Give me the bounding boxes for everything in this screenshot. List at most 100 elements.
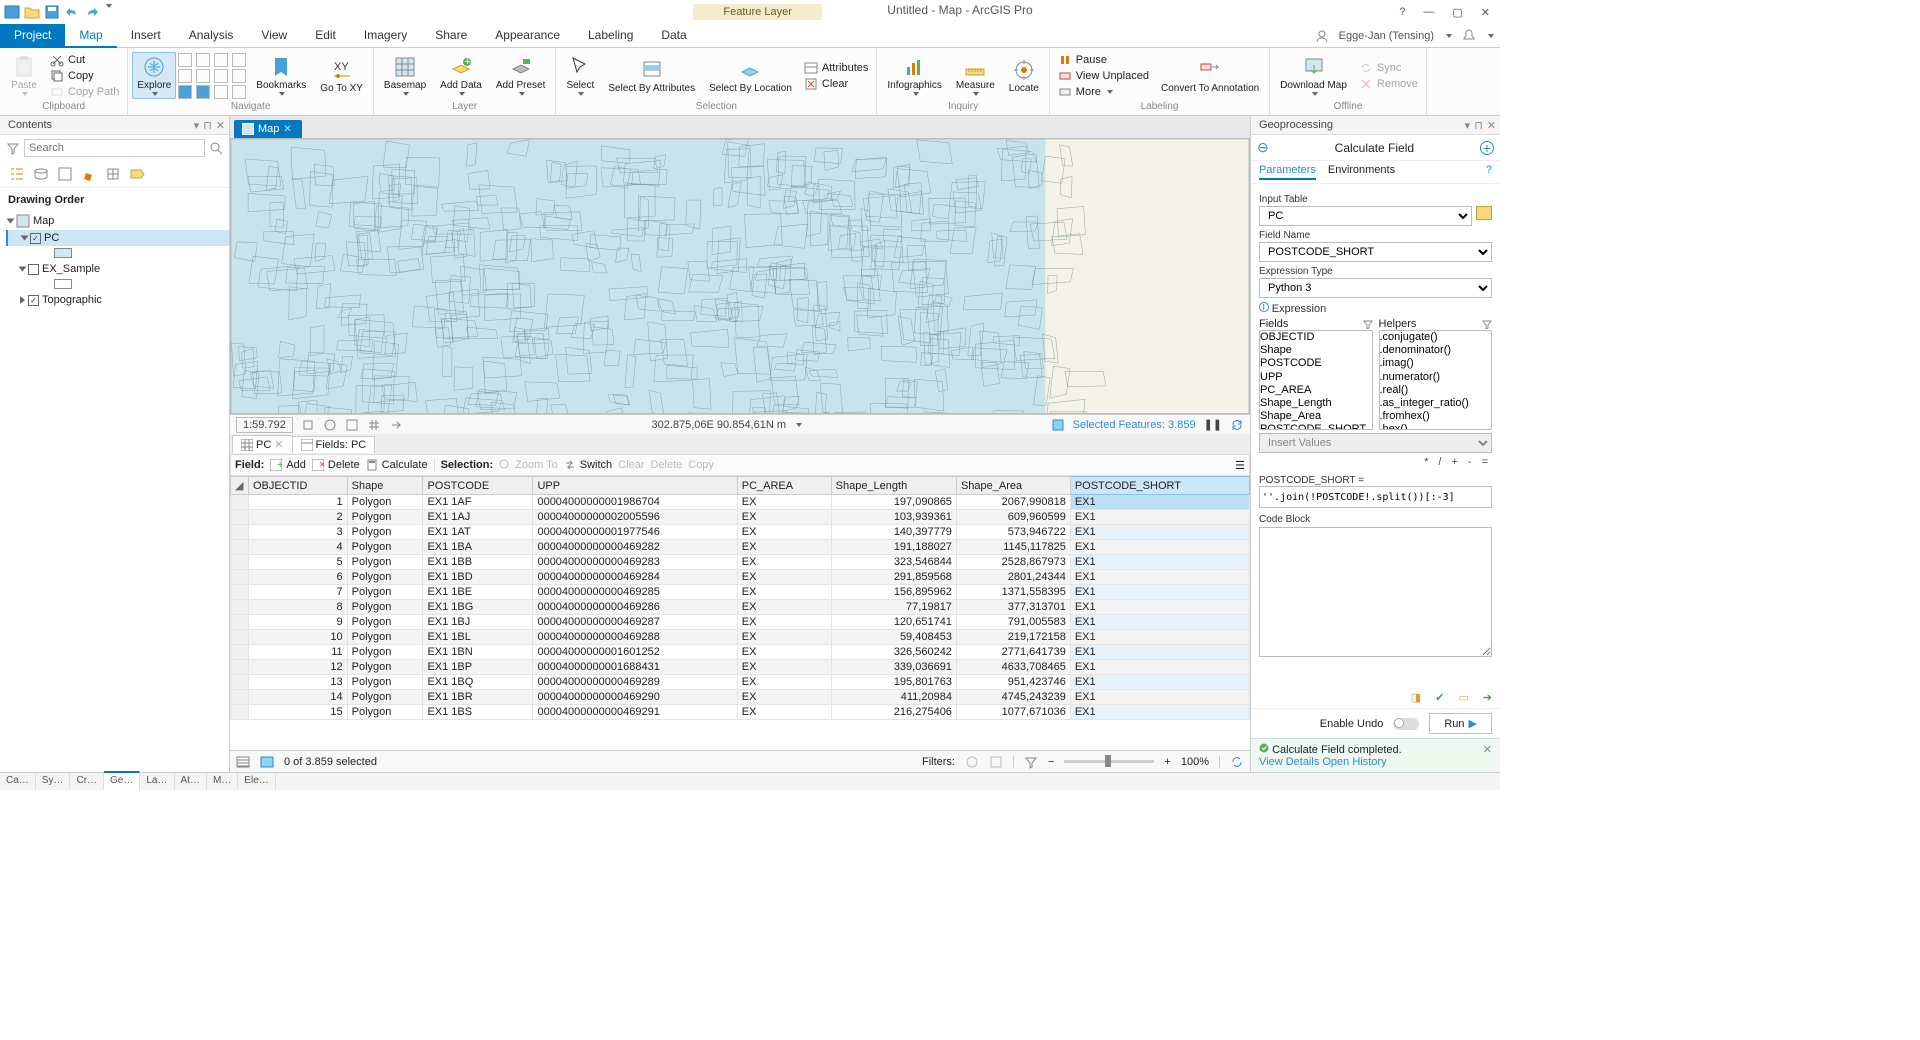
table-row[interactable]: 15PolygonEX1 1BS00004000000000469291EX21…: [231, 705, 1250, 720]
map-tab[interactable]: Map✕: [234, 120, 302, 138]
layer-symbol[interactable]: [54, 279, 72, 289]
row-header[interactable]: [231, 525, 249, 540]
add-to-favorites-icon[interactable]: +: [1480, 141, 1494, 155]
toc-view-buttons[interactable]: [0, 161, 229, 188]
autohide-icon[interactable]: ⊓: [203, 119, 212, 132]
field-calculate-button[interactable]: Calculate: [366, 459, 428, 471]
ribbon-tab-appearance[interactable]: Appearance: [481, 24, 574, 48]
toc-map-node[interactable]: Map: [6, 212, 229, 230]
table-row[interactable]: 7PolygonEX1 1BE00004000000000469285EX156…: [231, 585, 1250, 600]
code-block-input[interactable]: [1259, 527, 1492, 657]
enable-undo-toggle[interactable]: [1393, 718, 1419, 730]
select-button[interactable]: Select: [560, 53, 600, 98]
row-header[interactable]: [231, 615, 249, 630]
redo-icon[interactable]: [84, 4, 100, 20]
insert-values-select[interactable]: Insert Values: [1259, 433, 1492, 453]
snap-icon[interactable]: [345, 418, 359, 432]
column-upp[interactable]: UPP: [533, 477, 737, 495]
filter-time-icon[interactable]: [965, 755, 979, 769]
refresh-icon[interactable]: [1230, 418, 1244, 432]
table-tab-pc[interactable]: PC✕: [232, 435, 293, 453]
row-header[interactable]: [231, 600, 249, 615]
refresh-table-icon[interactable]: [1230, 755, 1244, 769]
close-icon[interactable]: ✕: [1481, 6, 1490, 19]
export-icon[interactable]: ➔: [1483, 691, 1492, 704]
checkbox[interactable]: [28, 264, 39, 275]
table-row[interactable]: 3PolygonEX1 1AT00004000000001977546EX140…: [231, 525, 1250, 540]
erase-icon[interactable]: ◨: [1411, 691, 1421, 704]
field-delete-button[interactable]: ×Delete: [312, 459, 360, 471]
toc-layer-topographic[interactable]: ✓Topographic: [6, 292, 229, 308]
dock-tab[interactable]: At…: [175, 773, 207, 790]
row-header[interactable]: [231, 495, 249, 510]
dock-tab[interactable]: Cr…: [70, 773, 104, 790]
column-objectid[interactable]: OBJECTID: [249, 477, 348, 495]
run-button[interactable]: Run▶: [1429, 713, 1492, 734]
attributes-button[interactable]: Attributes: [800, 60, 872, 76]
contents-search[interactable]: [24, 139, 205, 157]
dock-tab[interactable]: Ele…: [238, 773, 275, 790]
dock-tab[interactable]: La…: [140, 773, 174, 790]
checkbox[interactable]: ✓: [28, 295, 39, 306]
filter-icon[interactable]: [6, 141, 20, 155]
table-row[interactable]: 1PolygonEX1 1AF00004000000001986704EX197…: [231, 495, 1250, 510]
expand-icon[interactable]: [19, 267, 27, 272]
gp-message-links[interactable]: View Details Open History: [1259, 756, 1402, 768]
expression-input[interactable]: [1259, 486, 1492, 508]
table-row[interactable]: 2PolygonEX1 1AJ00004000000002005596EX103…: [231, 510, 1250, 525]
operator-buttons[interactable]: */+-=: [1259, 453, 1492, 471]
map-canvas[interactable]: [230, 138, 1250, 414]
table-row[interactable]: 13PolygonEX1 1BQ00004000000000469289EX19…: [231, 675, 1250, 690]
ribbon-tab-data[interactable]: Data: [647, 24, 700, 48]
scale-input[interactable]: 1:59.792: [236, 417, 293, 433]
filter-icon[interactable]: [1363, 319, 1373, 329]
list-by-selection-icon[interactable]: [56, 165, 74, 183]
column-shape[interactable]: Shape: [347, 477, 423, 495]
filter-range-icon[interactable]: [1024, 755, 1038, 769]
ribbon-tab-project[interactable]: Project: [0, 24, 65, 48]
search-icon[interactable]: [209, 141, 223, 155]
infographics-button[interactable]: Infographics: [881, 53, 947, 98]
show-all-icon[interactable]: [236, 755, 250, 769]
tab-parameters[interactable]: Parameters: [1259, 164, 1316, 180]
dock-tab[interactable]: Sy…: [36, 773, 71, 790]
select-by-location-button[interactable]: Select By Location: [703, 56, 798, 96]
ribbon-tab-analysis[interactable]: Analysis: [175, 24, 248, 48]
list-by-drawing-order-icon[interactable]: [8, 165, 26, 183]
show-selected-icon[interactable]: [260, 755, 274, 769]
nav-tool-icons[interactable]: [178, 53, 248, 99]
ribbon-tab-labeling[interactable]: Labeling: [574, 24, 647, 48]
notifications-icon[interactable]: [1462, 29, 1476, 43]
close-pane-icon[interactable]: ✕: [216, 119, 225, 132]
tab-environments[interactable]: Environments: [1328, 164, 1395, 180]
clear-selection-button[interactable]: Clear: [800, 76, 872, 92]
expression-type-select[interactable]: Python 3: [1259, 278, 1492, 298]
layer-symbol[interactable]: [54, 248, 72, 258]
view-unplaced-button[interactable]: View Unplaced: [1054, 68, 1153, 84]
pause-draw-icon[interactable]: ❚❚: [1204, 418, 1222, 431]
row-header[interactable]: [231, 675, 249, 690]
grid-icon[interactable]: [367, 418, 381, 432]
dynamic-con-icon[interactable]: [389, 418, 403, 432]
fields-list[interactable]: OBJECTIDShapePOSTCODEUPPPC_AREAShape_Len…: [1259, 330, 1373, 430]
table-row[interactable]: 4PolygonEX1 1BA00004000000000469282EX191…: [231, 540, 1250, 555]
copy-button[interactable]: Copy: [46, 68, 123, 84]
scale-lock-icon[interactable]: [301, 418, 315, 432]
table-row[interactable]: 5PolygonEX1 1BB00004000000000469283EX323…: [231, 555, 1250, 570]
switch-selection-button[interactable]: Switch: [564, 459, 612, 471]
close-message-icon[interactable]: ✕: [1483, 743, 1492, 768]
back-icon[interactable]: ⊖: [1257, 139, 1269, 156]
sync-button[interactable]: Sync: [1355, 60, 1422, 76]
convert-to-annotation-button[interactable]: Convert To Annotation: [1155, 56, 1265, 96]
column-shape_length[interactable]: Shape_Length: [831, 477, 956, 495]
help-icon[interactable]: ?: [1486, 164, 1492, 176]
qat-dropdown-icon[interactable]: [106, 4, 112, 8]
row-header[interactable]: [231, 555, 249, 570]
filter-icon[interactable]: [1482, 319, 1492, 329]
help-icon[interactable]: ?: [1399, 6, 1405, 19]
dock-tab[interactable]: Ge…: [104, 771, 140, 790]
selected-features[interactable]: Selected Features: 3.859: [1073, 419, 1196, 431]
ribbon-tab-map[interactable]: Map: [65, 24, 116, 48]
row-header[interactable]: [231, 540, 249, 555]
bookmarks-button[interactable]: Bookmarks: [250, 53, 312, 98]
